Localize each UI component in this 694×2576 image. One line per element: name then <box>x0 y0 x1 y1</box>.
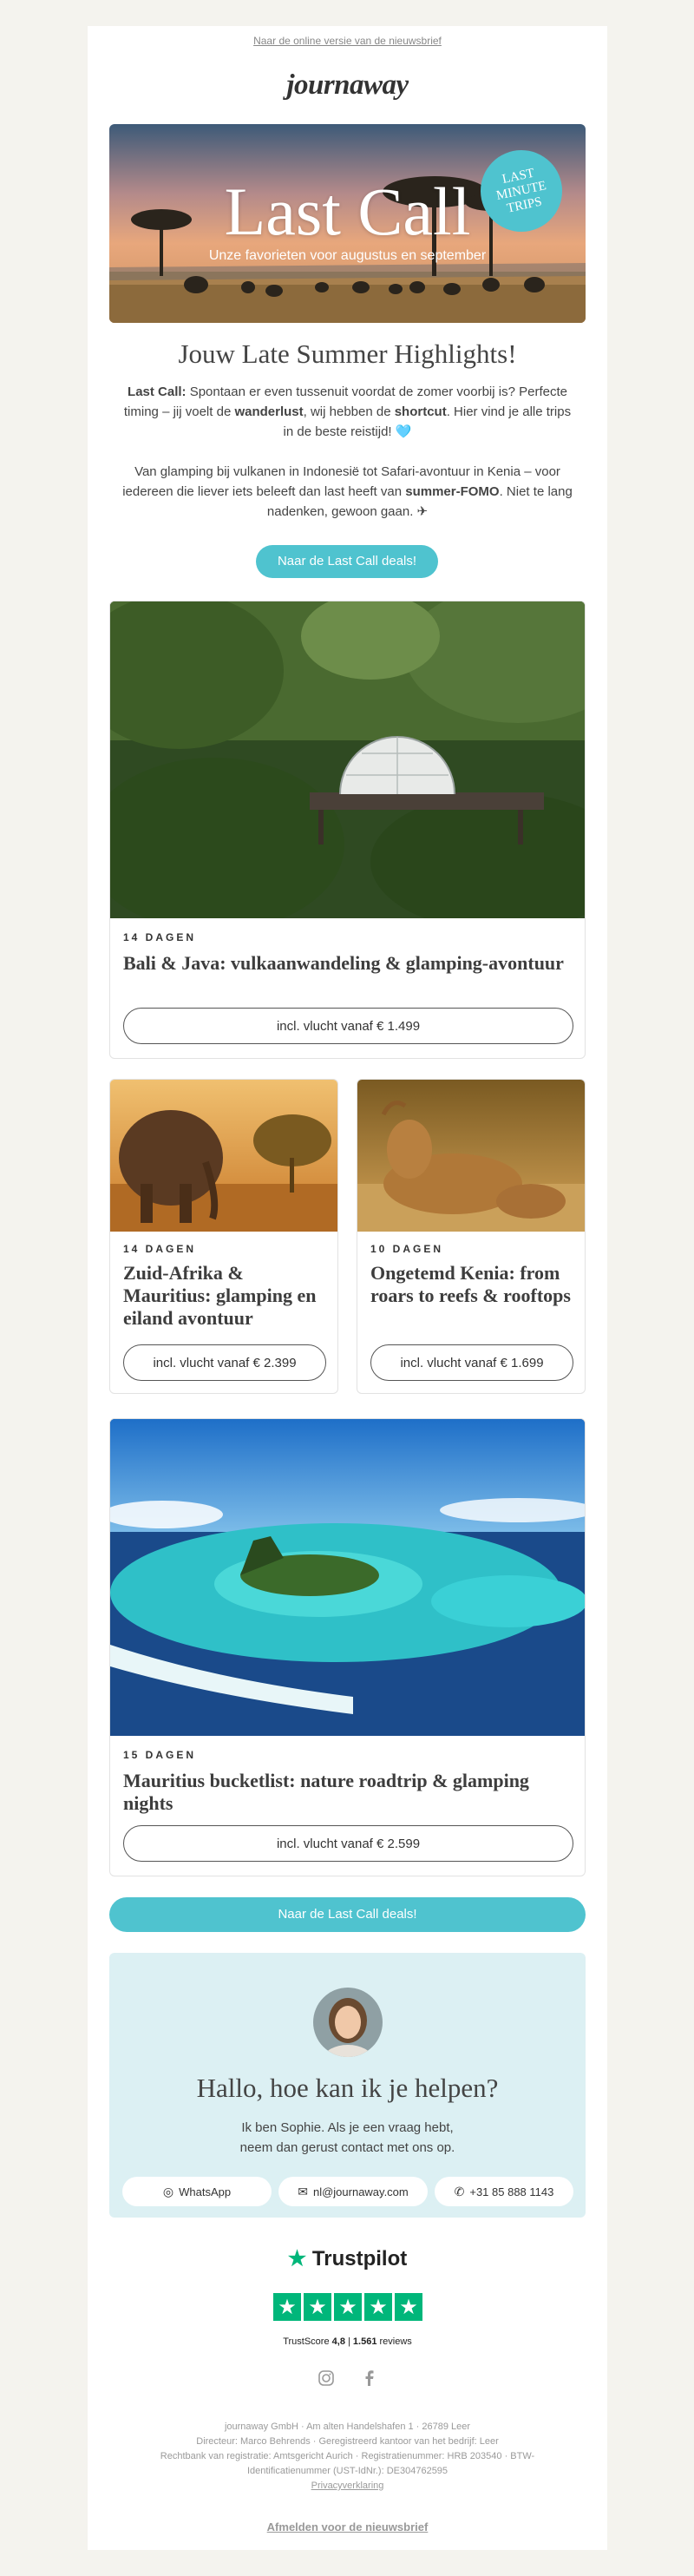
star-icon: ★ <box>273 2293 301 2321</box>
phone-button[interactable]: ✆ +31 85 888 1143 <box>435 2177 573 2206</box>
intro-bold: shortcut <box>394 404 447 419</box>
sophie-avatar <box>313 1988 383 2057</box>
trip-price-button[interactable]: incl. vlucht vanaf € 2.399 <box>123 1344 326 1381</box>
bali-glamping-image <box>110 601 585 918</box>
footer-line: Identificatienummer (UST-IdNr.): DE30476… <box>246 2466 448 2476</box>
trip-title[interactable]: Zuid-Afrika & Mauritius: glamping en eil… <box>123 1262 328 1330</box>
footer-line: journaway GmbH · Am alten Handelshafen 1… <box>224 2422 471 2432</box>
star-icon: ★ <box>364 2293 392 2321</box>
hero-subtitle: Unze favorieten voor augustus en septemb… <box>208 248 487 263</box>
help-box: Hallo, hoe kan ik je helpen? Ik ben Soph… <box>109 1953 586 2218</box>
trip-duration: 10 DAGEN <box>370 1243 444 1255</box>
trustpilot-logo[interactable]: ★ Trustpilot <box>88 2246 607 2271</box>
last-call-deals-button-bottom[interactable]: Naar de Last Call deals! <box>109 1897 586 1932</box>
trip-card-south-africa[interactable]: 14 DAGEN Zuid-Afrika & Mauritius: glampi… <box>109 1079 338 1394</box>
reviews-label: reviews <box>379 2336 412 2347</box>
reviews-count: 1.561 <box>352 2336 377 2347</box>
summer-highlights-headline: Jouw Late Summer Highlights! <box>178 338 517 369</box>
help-text: Ik ben Sophie. Als je een vraag hebt, ne… <box>109 2118 586 2158</box>
trustpilot-star-icon: ★ <box>287 2247 307 2270</box>
unsubscribe-link[interactable]: Afmelden voor de nieuwsbrief <box>88 2520 607 2533</box>
social-links <box>88 2369 607 2387</box>
intro-text: , wij hebben de <box>303 404 395 419</box>
email-label: nl@journaway.com <box>312 2185 409 2198</box>
trip-price-button[interactable]: incl. vlucht vanaf € 1.499 <box>123 1008 573 1044</box>
intro-bold: Last Call: <box>128 384 187 399</box>
phone-icon: ✆ <box>454 2184 465 2198</box>
footer-legal: journaway GmbH · Am alten Handelshafen 1… <box>114 2420 581 2494</box>
whatsapp-button[interactable]: ◎ WhatsApp <box>122 2177 272 2206</box>
whatsapp-icon: ◎ <box>162 2184 174 2198</box>
lioness-image <box>357 1080 585 1232</box>
phone-label: +31 85 888 1143 <box>469 2185 554 2198</box>
trustscore-text: TrustScore 4,8 | 1.561 reviews <box>88 2336 607 2347</box>
trip-title[interactable]: Mauritius bucketlist: nature roadtrip & … <box>123 1770 574 1815</box>
trip-duration: 15 DAGEN <box>123 1749 197 1761</box>
trustscore-separator: | <box>348 2336 350 2347</box>
trip-card-mauritius[interactable]: 15 DAGEN Mauritius bucketlist: nature ro… <box>109 1418 586 1876</box>
elephant-sunset-image <box>110 1080 337 1232</box>
trip-duration: 14 DAGEN <box>123 931 197 943</box>
trip-price-button[interactable]: incl. vlucht vanaf € 2.599 <box>123 1825 573 1862</box>
trip-card-kenya[interactable]: 10 DAGEN Ongetemd Kenia: from roars to r… <box>357 1079 586 1394</box>
mauritius-aerial-image <box>110 1419 585 1736</box>
help-line: Ik ben Sophie. Als je een vraag hebt, <box>241 2120 454 2135</box>
trustscore-value: 4,8 <box>331 2336 345 2347</box>
trip-price-button[interactable]: incl. vlucht vanaf € 1.699 <box>370 1344 573 1381</box>
intro-bold: wanderlust <box>234 404 304 419</box>
footer-line: Directeur: Marco Behrends · Geregistreer… <box>196 2436 499 2447</box>
intro-bold: summer-FOMO <box>405 484 500 499</box>
star-icon: ★ <box>334 2293 362 2321</box>
privacy-link[interactable]: Privacyverklaring <box>114 2479 581 2494</box>
help-line: neem dan gerust contact met ons op. <box>239 2140 455 2155</box>
instagram-icon[interactable] <box>318 2369 335 2387</box>
help-title: Hallo, hoe kan ik je helpen? <box>196 2073 499 2103</box>
intro-paragraph-2: Van glamping bij vulkanen in Indonesië t… <box>122 462 573 522</box>
star-icon: ★ <box>395 2293 422 2321</box>
trip-card-bali[interactable]: 14 DAGEN Bali & Java: vulkaanwandeling &… <box>109 601 586 1059</box>
email-button[interactable]: ✉ nl@journaway.com <box>278 2177 428 2206</box>
journaway-logo[interactable]: journaway <box>88 69 607 102</box>
last-call-deals-button[interactable]: Naar de Last Call deals! <box>256 545 438 578</box>
star-icon: ★ <box>304 2293 331 2321</box>
footer-line: Rechtbank van registratie: Amtsgericht A… <box>160 2451 535 2461</box>
facebook-icon[interactable] <box>361 2369 378 2387</box>
trip-title[interactable]: Ongetemd Kenia: from roars to reefs & ro… <box>370 1262 575 1307</box>
mail-icon: ✉ <box>298 2184 308 2198</box>
trustpilot-name: Trustpilot <box>311 2247 408 2270</box>
online-version-link[interactable]: Naar de online versie van de nieuwsbrief <box>88 35 607 47</box>
trustpilot-rating[interactable]: ★ ★ ★ ★ ★ <box>273 2293 422 2321</box>
avatar-photo <box>313 1988 383 2057</box>
intro-paragraph: Last Call: Spontaan er even tussenuit vo… <box>122 382 573 442</box>
hero-banner[interactable]: Last Call Unze favorieten voor augustus … <box>109 124 586 323</box>
trustscore-label: TrustScore <box>283 2336 330 2347</box>
whatsapp-label: WhatsApp <box>179 2185 232 2198</box>
newsletter-sheet: Naar de online versie van de nieuwsbrief… <box>88 26 607 2550</box>
trip-title[interactable]: Bali & Java: vulkaanwandeling & glamping… <box>123 952 574 975</box>
trip-duration: 14 DAGEN <box>123 1243 197 1255</box>
